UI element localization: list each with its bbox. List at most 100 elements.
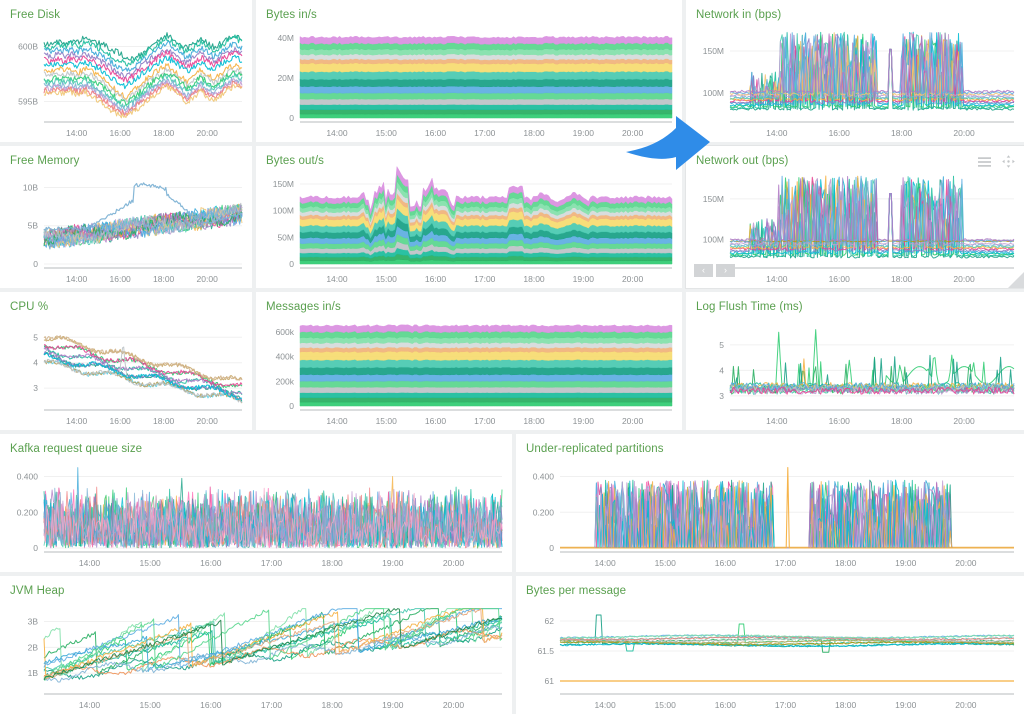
svg-text:20:00: 20:00 (953, 274, 975, 284)
svg-text:18:00: 18:00 (835, 700, 857, 710)
panel-log-flush[interactable]: Log Flush Time (ms) 3 4 5 14:00 16:00 18:00 20… (686, 292, 1024, 430)
chart-network-out[interactable]: 100M 150M 14:00 16:00 18:00 20:00 (686, 146, 1024, 288)
svg-text:19:00: 19:00 (573, 416, 595, 426)
svg-text:17:00: 17:00 (474, 128, 496, 138)
chart-bytes-in[interactable]: 0 20M 40M 14:00 15:00 16:00 17:00 18:00 19:00 20:… (256, 0, 682, 142)
svg-text:20:00: 20:00 (197, 274, 219, 284)
svg-text:18:00: 18:00 (523, 416, 545, 426)
svg-text:16:00: 16:00 (829, 274, 851, 284)
panel-free-disk[interactable]: Free Disk 595B 600B 14:00 16:00 18:00 20:00 (0, 0, 252, 142)
svg-text:14:00: 14:00 (594, 558, 616, 568)
svg-text:19:00: 19:00 (895, 700, 917, 710)
svg-text:17:00: 17:00 (775, 700, 797, 710)
svg-text:150M: 150M (703, 46, 724, 56)
chart-bytes-per-message[interactable]: 61 61.5 62 14:00 15:00 16:00 17:00 18:00 19:00 20… (516, 576, 1024, 714)
panel-under-replicated[interactable]: Under-replicated partitions 0 0.200 0.400 1… (516, 434, 1024, 572)
next-range-button[interactable]: › (716, 264, 735, 277)
svg-text:18:00: 18:00 (153, 128, 175, 138)
svg-text:18:00: 18:00 (891, 416, 913, 426)
metrics-dashboard: Free Disk 595B 600B 14:00 16:00 18:00 20:00 B… (0, 0, 1024, 714)
prev-range-button[interactable]: ‹ (694, 264, 713, 277)
svg-text:600k: 600k (276, 327, 295, 337)
time-nav-buttons: ‹ › (694, 264, 735, 277)
chart-free-disk[interactable]: 595B 600B 14:00 16:00 18:00 20:00 (0, 0, 252, 142)
chart-under-replicated[interactable]: 0 0.200 0.400 14:00 15:00 16:00 17:00 18:00 19:0… (516, 434, 1024, 572)
svg-text:5B: 5B (28, 221, 39, 231)
chart-log-flush[interactable]: 3 4 5 14:00 16:00 18:00 20:00 (686, 292, 1024, 430)
svg-text:40M: 40M (277, 33, 294, 43)
svg-text:62: 62 (545, 616, 555, 626)
svg-text:16:00: 16:00 (425, 416, 447, 426)
svg-text:18:00: 18:00 (891, 128, 913, 138)
chart-network-in[interactable]: 100M 150M 14:00 16:00 18:00 20:00 (686, 0, 1024, 142)
svg-text:20:00: 20:00 (955, 700, 977, 710)
svg-text:15:00: 15:00 (376, 128, 398, 138)
svg-text:20:00: 20:00 (197, 416, 219, 426)
svg-text:16:00: 16:00 (425, 274, 447, 284)
svg-text:14:00: 14:00 (766, 416, 788, 426)
panel-network-out[interactable]: Network out (bps) 100M 150M 14:00 16:00 18:0… (686, 146, 1024, 288)
panel-cpu[interactable]: CPU % 3 4 5 14:00 16:00 18:00 20:00 (0, 292, 252, 430)
chart-cpu[interactable]: 3 4 5 14:00 16:00 18:00 20:00 (0, 292, 252, 430)
chart-free-memory[interactable]: 0 5B 10B 14:00 16:00 18:00 20:00 (0, 146, 252, 288)
svg-text:14:00: 14:00 (66, 128, 88, 138)
svg-text:15:00: 15:00 (140, 700, 162, 710)
svg-text:16:00: 16:00 (425, 128, 447, 138)
svg-text:0: 0 (289, 259, 294, 269)
svg-text:61.5: 61.5 (537, 646, 554, 656)
svg-text:0: 0 (33, 259, 38, 269)
svg-text:16:00: 16:00 (110, 274, 132, 284)
svg-text:3: 3 (33, 383, 38, 393)
chart-bytes-out[interactable]: 0 50M 100M 150M 14:00 15:00 16:00 17:00 18:00 19:… (256, 146, 682, 288)
panel-jvm-heap[interactable]: JVM Heap 1B 2B 3B 14:00 15:00 16:00 17:00 18:00… (0, 576, 512, 714)
svg-text:0: 0 (289, 113, 294, 123)
svg-text:14:00: 14:00 (66, 416, 88, 426)
svg-text:18:00: 18:00 (523, 274, 545, 284)
move-handle-icon[interactable] (1002, 155, 1015, 168)
svg-text:0: 0 (33, 543, 38, 553)
svg-text:100M: 100M (273, 206, 294, 216)
chart-messages-in[interactable]: 0 200k 400k 600k 14:00 15:00 16:00 17:00 18:00 19… (256, 292, 682, 430)
svg-text:16:00: 16:00 (715, 558, 737, 568)
svg-text:14:00: 14:00 (766, 274, 788, 284)
svg-text:15:00: 15:00 (655, 558, 677, 568)
svg-text:16:00: 16:00 (110, 128, 132, 138)
svg-text:1B: 1B (28, 668, 39, 678)
svg-text:20:00: 20:00 (197, 128, 219, 138)
resize-grip-icon[interactable] (1006, 270, 1024, 288)
svg-text:14:00: 14:00 (766, 128, 788, 138)
svg-text:19:00: 19:00 (573, 128, 595, 138)
svg-text:18:00: 18:00 (523, 128, 545, 138)
svg-text:20:00: 20:00 (953, 416, 975, 426)
svg-text:16:00: 16:00 (200, 558, 222, 568)
svg-text:16:00: 16:00 (829, 416, 851, 426)
svg-text:19:00: 19:00 (573, 274, 595, 284)
svg-text:4: 4 (719, 365, 724, 375)
panel-free-memory[interactable]: Free Memory 0 5B 10B 14:00 16:00 18:00 20:00 (0, 146, 252, 288)
svg-text:18:00: 18:00 (153, 416, 175, 426)
svg-text:18:00: 18:00 (322, 700, 344, 710)
hamburger-menu-icon[interactable] (978, 156, 991, 167)
svg-text:0.400: 0.400 (17, 472, 39, 482)
svg-text:18:00: 18:00 (322, 558, 344, 568)
panel-bytes-out[interactable]: Bytes out/s 0 50M 100M 150M 14:00 15:00 16:00 1… (256, 146, 682, 288)
svg-text:0.200: 0.200 (533, 507, 555, 517)
panel-bytes-per-message[interactable]: Bytes per message 61 61.5 62 14:00 15:00 16:0… (516, 576, 1024, 714)
svg-text:600B: 600B (18, 42, 38, 52)
svg-text:20:00: 20:00 (953, 128, 975, 138)
svg-text:0.400: 0.400 (533, 472, 555, 482)
svg-text:16:00: 16:00 (110, 416, 132, 426)
panel-kafka-queue[interactable]: Kafka request queue size 0 0.200 0.400 14:0… (0, 434, 512, 572)
chart-kafka-queue[interactable]: 0 0.200 0.400 14:00 15:00 16:00 17:00 18:00 19:0… (0, 434, 512, 572)
svg-text:2B: 2B (28, 642, 39, 652)
panel-bytes-in[interactable]: Bytes in/s 0 20M 40M 14:00 15:00 16:00 17:00 18… (256, 0, 682, 142)
svg-text:14:00: 14:00 (326, 274, 348, 284)
panel-network-in[interactable]: Network in (bps) 100M 150M 14:00 16:00 18:00… (686, 0, 1024, 142)
svg-text:17:00: 17:00 (775, 558, 797, 568)
panel-messages-in[interactable]: Messages in/s 0 200k 400k 600k 14:00 15:00 16:… (256, 292, 682, 430)
svg-text:14:00: 14:00 (79, 700, 101, 710)
svg-text:18:00: 18:00 (153, 274, 175, 284)
svg-text:150M: 150M (273, 179, 294, 189)
chart-jvm-heap[interactable]: 1B 2B 3B 14:00 15:00 16:00 17:00 18:00 19:00 20:0… (0, 576, 512, 714)
svg-text:20:00: 20:00 (443, 558, 465, 568)
